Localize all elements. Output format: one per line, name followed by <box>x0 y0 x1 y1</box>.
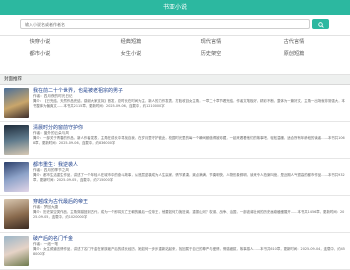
nav-item-xiandai[interactable]: 现代言情 <box>181 38 241 46</box>
book-cover[interactable] <box>4 125 29 155</box>
book-meta: 本书共2115章，更新时间：2025-09-06，连载中，约1210000字 <box>63 104 165 108</box>
book-description: 简介：都市生活重生作品，讲述了一个年轻人在城市中的奋斗故事，从底层逆袭成为人生赢… <box>33 173 345 183</box>
book-title[interactable]: 破产后的名门千金 <box>33 235 73 242</box>
list-item[interactable]: 都市重生：我逆袭人 作者：四月的季节之风 简介：都市生活重生作品，讲述了一个年轻… <box>0 159 350 196</box>
section-title: 封面推荐 <box>4 77 22 82</box>
book-description: 简介：女生频道言情作品，讲述了名门千金在家族破产后的成长经历，她如何一步步重新站… <box>33 247 345 257</box>
search-button[interactable] <box>312 19 329 29</box>
nav-item-dushi[interactable]: 都市小说 <box>10 50 70 58</box>
nav-item-kuaichuan[interactable]: 快穿小说 <box>10 38 70 46</box>
book-title[interactable]: 穿越成为古代最后的帝王 <box>33 198 88 205</box>
desc-label: 简介： <box>33 247 44 251</box>
book-description: 简介：一部关于青春的作品，新人作者发表，主角在成长中寻找自我，在岁月里守护彼此，… <box>33 136 345 146</box>
nav-item-yuanchuang[interactable]: 原创短篇 <box>264 50 324 58</box>
list-item[interactable]: 破产后的名门千金 作者：一纸一笔 简介：女生频道言情作品，讲述了名门千金在家族破… <box>0 233 350 270</box>
book-description: 简介：历史架空类作品，主角穿越回到古代，成为一个即将灭亡王朝的最后一位帝王，他要… <box>33 210 345 220</box>
search-icon <box>317 22 324 28</box>
desc-label: 简介： <box>33 173 44 177</box>
book-description: 简介：【已完结，天然作品完结，感谢大家支持】首发，总时长在时间为主，新人的力作发… <box>33 99 345 109</box>
app-header: 书亚小说 <box>0 0 350 15</box>
desc-text: 一部关于青春的作品，新人作者发表，主角在成长中寻找自我，在岁月里守护彼此，校园时… <box>43 136 328 140</box>
desc-text: 历史架空类作品，主角穿越回到古代，成为一个即将灭亡王朝的最后一位帝王，他要如何力… <box>43 210 298 214</box>
search-input[interactable] <box>20 19 310 29</box>
desc-label: 简介： <box>33 210 44 214</box>
book-cover[interactable] <box>4 162 29 192</box>
list-item[interactable]: 穿越成为古代最后的帝王 作者：梦回大唐 简介：历史架空类作品，主角穿越回到古代，… <box>0 196 350 233</box>
book-cover[interactable] <box>4 88 29 118</box>
list-item[interactable]: 我在前二十个世界，也是被老祖宗的男子 作者：四月夜的时光日记 简介：【已完结，天… <box>0 85 350 122</box>
app-title: 书亚小说 <box>162 4 187 11</box>
section-header: 封面推荐 <box>0 75 350 85</box>
nav-item-nvsheng[interactable]: 女生小说 <box>101 50 161 58</box>
book-cover[interactable] <box>4 199 29 229</box>
list-item[interactable]: 清晨时分的窗前守护你 作者：窗外的云朵与风 简介：一部关于青春的作品，新人作者发… <box>0 122 350 159</box>
nav-item-lishi[interactable]: 历史架空 <box>181 50 241 58</box>
book-title[interactable]: 我在前二十个世界，也是被老祖宗的男子 <box>33 87 123 94</box>
book-cover[interactable] <box>4 236 29 266</box>
search-bar <box>0 15 350 36</box>
book-title[interactable]: 清晨时分的窗前守护你 <box>33 124 83 131</box>
desc-text: 女生频道言情作品，讲述了名门千金在家族破产后的成长经历，她如何一步步重新站起来，… <box>43 247 261 251</box>
desc-label: 简介： <box>33 99 44 103</box>
nav-item-jingdian[interactable]: 经典短篇 <box>101 38 161 46</box>
desc-text: 都市生活重生作品，讲述了一个年轻人在城市中的奋斗故事，从底层逆袭成为人生赢家，情… <box>43 173 328 177</box>
category-nav: 快穿小说 经典短篇 现代言情 古代言情 都市小说 女生小说 历史架空 原创短篇 <box>0 36 350 75</box>
desc-label: 简介： <box>33 136 44 140</box>
nav-item-gudai[interactable]: 古代言情 <box>264 38 324 46</box>
book-list: 我在前二十个世界，也是被老祖宗的男子 作者：四月夜的时光日记 简介：【已完结，天… <box>0 85 350 270</box>
book-title[interactable]: 都市重生：我逆袭人 <box>33 161 78 168</box>
